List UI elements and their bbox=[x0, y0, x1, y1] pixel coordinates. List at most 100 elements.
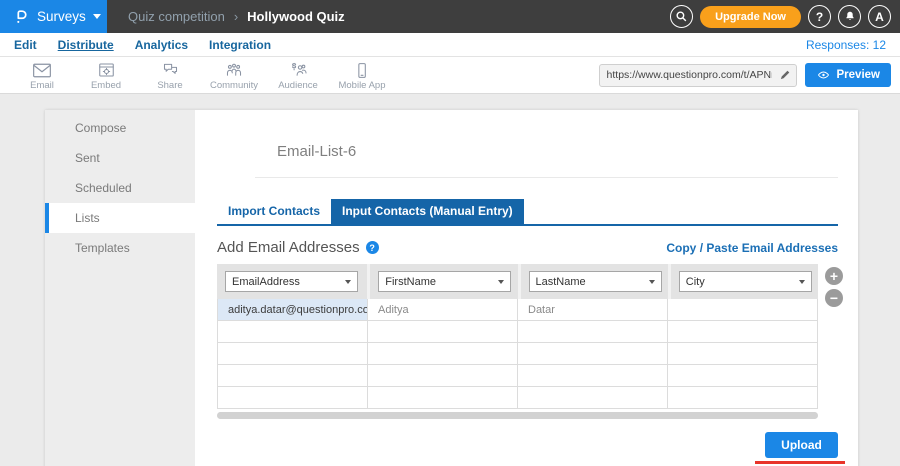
table-cell[interactable] bbox=[218, 321, 368, 343]
copy-paste-link[interactable]: Copy / Paste Email Addresses bbox=[666, 241, 838, 255]
remove-row-button[interactable]: − bbox=[825, 289, 843, 307]
table-cell[interactable] bbox=[368, 365, 518, 387]
tab-input-contacts-manual-entry[interactable]: Input Contacts (Manual Entry) bbox=[331, 199, 524, 224]
column-header-cell: LastName bbox=[518, 264, 668, 299]
tab-import-contacts[interactable]: Import Contacts bbox=[217, 199, 331, 224]
nav-tab-analytics[interactable]: Analytics bbox=[135, 38, 188, 52]
channel-label: Share bbox=[157, 80, 182, 91]
table-row bbox=[218, 321, 818, 343]
contacts-table: EmailAddress FirstName LastName City aditya… bbox=[217, 264, 818, 419]
email-icon bbox=[32, 61, 52, 79]
table-cell[interactable] bbox=[518, 343, 668, 365]
audience-icon bbox=[288, 61, 308, 79]
survey-url-input[interactable] bbox=[600, 69, 774, 81]
table-cell[interactable] bbox=[668, 321, 818, 343]
product-menu-label: Surveys bbox=[37, 9, 86, 24]
sidebar-item-compose[interactable]: Compose bbox=[45, 113, 195, 143]
distribute-toolbar: EmailEmbed Share Community Audience Mobile A… bbox=[0, 57, 900, 94]
emailaddress-column-select[interactable]: EmailAddress bbox=[225, 271, 358, 292]
upgrade-button[interactable]: Upgrade Now bbox=[700, 6, 801, 28]
channel-community[interactable]: Community bbox=[202, 59, 266, 91]
avatar-letter: A bbox=[875, 10, 884, 24]
city-column-select[interactable]: City bbox=[679, 271, 812, 292]
table-row: aditya.datar@questionpro.comAdityaDatar bbox=[218, 299, 818, 321]
firstname-column-select[interactable]: FirstName bbox=[378, 271, 511, 292]
email-lists-card: ComposeSentScheduledListsTemplates Email… bbox=[45, 110, 858, 466]
table-cell[interactable]: Aditya bbox=[368, 299, 518, 321]
table-cell[interactable] bbox=[368, 343, 518, 365]
table-cell[interactable]: Datar bbox=[518, 299, 668, 321]
table-row bbox=[218, 343, 818, 365]
upload-button[interactable]: Upload bbox=[765, 432, 838, 458]
avatar[interactable]: A bbox=[868, 5, 891, 28]
table-cell[interactable] bbox=[218, 343, 368, 365]
row-controls: + − bbox=[825, 267, 843, 307]
list-detail-panel: Email-List-6 Import ContactsInput Contac… bbox=[195, 110, 858, 466]
contacts-grid: aditya.datar@questionpro.comAdityaDatar bbox=[217, 299, 818, 409]
table-cell[interactable] bbox=[518, 387, 668, 409]
breadcrumb-parent[interactable]: Quiz competition bbox=[128, 9, 225, 24]
community-icon bbox=[224, 61, 244, 79]
page-background: ComposeSentScheduledListsTemplates Email… bbox=[0, 94, 900, 466]
sidebar-item-sent[interactable]: Sent bbox=[45, 143, 195, 173]
nav-tab-edit[interactable]: Edit bbox=[14, 38, 37, 52]
table-cell[interactable] bbox=[218, 387, 368, 409]
select-value: City bbox=[686, 276, 705, 288]
help-button[interactable]: ? bbox=[808, 5, 831, 28]
table-cell[interactable] bbox=[368, 387, 518, 409]
title-divider bbox=[255, 177, 838, 178]
table-cell[interactable] bbox=[518, 365, 668, 387]
table-cell[interactable] bbox=[668, 299, 818, 321]
annotation-red-underline bbox=[755, 461, 845, 464]
lastname-column-select[interactable]: LastName bbox=[529, 271, 662, 292]
minus-icon: − bbox=[830, 291, 838, 305]
eye-icon bbox=[816, 69, 831, 81]
table-cell[interactable] bbox=[518, 321, 668, 343]
edit-url-icon[interactable] bbox=[774, 69, 796, 81]
app-header: Surveys Quiz competition › Hollywood Qui… bbox=[0, 0, 900, 33]
responses-count: Responses: 12 bbox=[806, 38, 886, 52]
table-cell[interactable]: aditya.datar@questionpro.com bbox=[218, 299, 368, 321]
share-icon bbox=[161, 61, 180, 79]
search-button[interactable] bbox=[670, 5, 693, 28]
nav-tab-distribute[interactable]: Distribute bbox=[58, 38, 114, 52]
preview-label: Preview bbox=[837, 69, 880, 81]
table-row bbox=[218, 387, 818, 409]
contacts-tabs: Import ContactsInput Contacts (Manual En… bbox=[217, 199, 838, 226]
table-cell[interactable] bbox=[368, 321, 518, 343]
survey-nav: Edit Distribute Analytics Integration Respo… bbox=[0, 33, 900, 57]
sidebar-item-scheduled[interactable]: Scheduled bbox=[45, 173, 195, 203]
nav-tab-integration[interactable]: Integration bbox=[209, 38, 271, 52]
breadcrumb: Quiz competition › Hollywood Quiz bbox=[128, 9, 345, 24]
caret-down-icon bbox=[498, 280, 504, 284]
email-sidebar: ComposeSentScheduledListsTemplates bbox=[45, 110, 195, 466]
channel-label: Audience bbox=[278, 80, 318, 91]
notifications-button[interactable] bbox=[838, 5, 861, 28]
table-cell[interactable] bbox=[668, 343, 818, 365]
sidebar-item-templates[interactable]: Templates bbox=[45, 233, 195, 263]
table-row bbox=[218, 365, 818, 387]
column-header-cell: City bbox=[668, 264, 818, 299]
channel-share[interactable]: Share bbox=[138, 59, 202, 91]
scrollbar-thumb[interactable] bbox=[217, 412, 818, 419]
caret-down-icon bbox=[93, 14, 101, 19]
channel-email[interactable]: Email bbox=[10, 59, 74, 91]
preview-button[interactable]: Preview bbox=[805, 63, 891, 87]
channel-audience[interactable]: Audience bbox=[266, 59, 330, 91]
select-value: EmailAddress bbox=[232, 276, 300, 288]
horizontal-scrollbar[interactable] bbox=[217, 412, 818, 419]
embed-icon bbox=[97, 61, 116, 79]
survey-url-box bbox=[599, 64, 797, 87]
help-icon[interactable]: ? bbox=[366, 241, 379, 254]
channel-mobile-app[interactable]: Mobile App bbox=[330, 59, 394, 91]
add-row-button[interactable]: + bbox=[825, 267, 843, 285]
breadcrumb-current: Hollywood Quiz bbox=[247, 9, 345, 24]
table-cell[interactable] bbox=[218, 365, 368, 387]
sidebar-item-lists[interactable]: Lists bbox=[45, 203, 195, 233]
table-cell[interactable] bbox=[668, 365, 818, 387]
add-email-heading: Add Email Addresses bbox=[217, 239, 360, 256]
channel-embed[interactable]: Embed bbox=[74, 59, 138, 91]
search-icon bbox=[675, 10, 688, 23]
table-cell[interactable] bbox=[668, 387, 818, 409]
product-switcher[interactable]: Surveys bbox=[0, 0, 107, 33]
